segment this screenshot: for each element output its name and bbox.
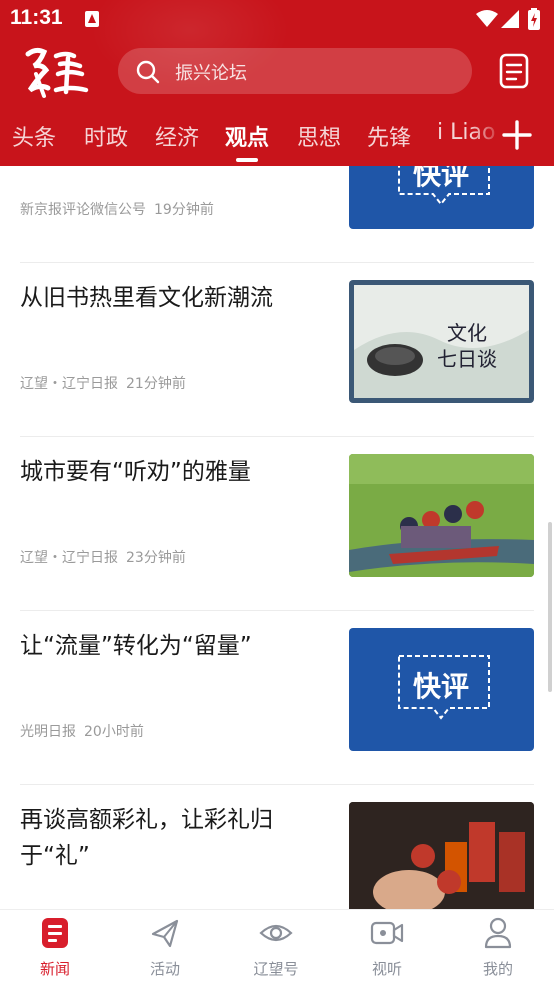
liaowang-logo[interactable] [22,44,92,100]
news-meta: 辽望・辽宁日报 21分钟前 [20,373,186,393]
nav-label: 视听 [371,960,402,978]
dragon-boat-photo [349,454,534,577]
thumb-label: 七日谈 [437,347,497,371]
document-icon[interactable] [498,52,532,90]
nav-activity[interactable]: 活动 [110,910,220,986]
wifi-icon [476,10,498,27]
user-icon [484,917,512,949]
tab-shizheng[interactable]: 时政 [84,120,128,152]
nav-label: 辽望号 [253,960,299,978]
news-source: 辽望・辽宁日报 [20,550,118,566]
thumb-label: 文化 [447,321,487,345]
news-thumbnail: 快评 [349,166,534,229]
news-meta: 新京报评论微信公号 19分钟前 [20,199,214,219]
news-item[interactable]: 让“流量”转化为“留量” 光明日报 20小时前 快评 [20,610,534,785]
news-source: 辽望・辽宁日报 [20,376,118,392]
news-source: 新京报评论微信公号 [20,202,146,218]
news-meta: 光明日报 20小时前 [20,721,144,741]
notification-icon [85,11,99,27]
app-header: 11:31 振兴论坛 头条 时政 经济 观点 思想 先锋 i Liao [0,0,554,166]
scrollbar[interactable] [548,522,552,692]
tab-xianfeng[interactable]: 先锋 [367,120,411,152]
nav-label: 活动 [149,960,180,978]
search-placeholder: 振兴论坛 [175,63,247,84]
tab-jingji[interactable]: 经济 [155,120,199,152]
news-meta: 辽望・辽宁日报 23分钟前 [20,547,186,567]
nav-shiting[interactable]: 视听 [332,910,442,986]
news-feed: 新京报评论微信公号 19分钟前 快评 从旧书热里看文化新潮流 辽望・辽宁日报 21分… [0,166,554,909]
status-bar: 11:31 [0,0,554,38]
news-time: 19分钟前 [154,202,214,218]
channel-tabs: 头条 时政 经济 观点 思想 先锋 i Liao [0,112,554,162]
news-time: 20小时前 [84,724,144,740]
tab-toutiao[interactable]: 头条 [12,120,56,152]
tabs-fade [470,112,504,162]
news-thumbnail [349,454,534,577]
tab-sixiang[interactable]: 思想 [297,120,341,152]
news-time: 21分钟前 [126,376,186,392]
paper-plane-icon [151,919,179,948]
caili-photo [349,802,534,909]
nav-label: 我的 [482,960,513,978]
news-item[interactable]: 从旧书热里看文化新潮流 辽望・辽宁日报 21分钟前 文化 七日谈 [20,262,534,437]
nav-news[interactable]: 新闻 [0,910,110,986]
active-tab-indicator [236,158,258,162]
news-time: 23分钟前 [126,550,186,566]
news-thumbnail: 快评 [349,628,534,751]
eye-icon [259,924,293,942]
nav-liaowanghao[interactable]: 辽望号 [221,910,331,986]
bottom-nav: 新闻 活动 辽望号 视听 我的 [0,909,554,986]
news-thumbnail [349,802,534,909]
thumb-label: 快评 [413,166,469,191]
news-title: 让“流量”转化为“留量” [20,633,252,659]
news-thumbnail: 文化 七日谈 [349,280,534,403]
news-icon [42,918,68,948]
news-title: 从旧书热里看文化新潮流 [20,285,273,311]
search-icon [136,60,160,84]
search-bar[interactable]: 振兴论坛 [118,48,472,94]
news-title: 再谈高额彩礼，让彩礼归于“礼” [20,807,273,869]
tab-guandian[interactable]: 观点 [225,120,269,152]
news-item[interactable]: 城市要有“听劝”的雅量 辽望・辽宁日报 23分钟前 [20,436,534,611]
battery-icon [528,8,540,30]
nav-label: 新闻 [39,960,70,978]
signal-icon [501,10,519,28]
news-title: 城市要有“听劝”的雅量 [20,459,251,485]
kuaiping-graphic: 快评 [398,166,490,206]
status-time: 11:31 [10,6,63,29]
video-icon [370,921,404,945]
news-item[interactable]: 再谈高额彩礼，让彩礼归于“礼” [20,784,534,909]
kuaiping-graphic: 快评 [398,655,490,720]
wenhua-graphic: 文化 七日谈 [354,285,529,398]
news-item[interactable]: 新京报评论微信公号 19分钟前 快评 [20,166,534,263]
nav-mine[interactable]: 我的 [443,910,553,986]
news-source: 光明日报 [20,724,76,740]
thumb-label: 快评 [413,670,469,703]
plus-icon[interactable] [500,118,534,152]
